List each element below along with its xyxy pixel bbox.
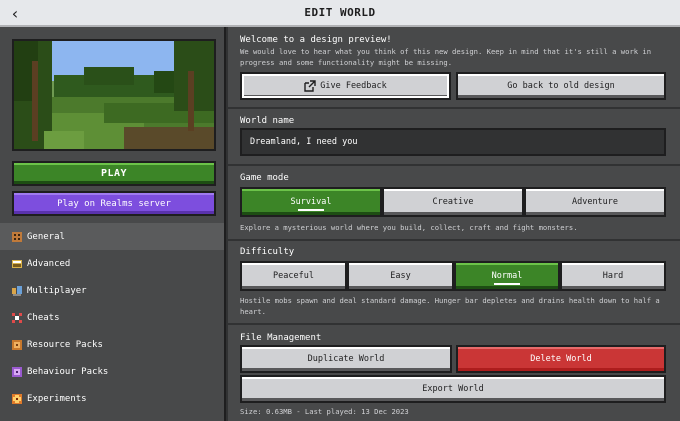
nav-item-experiments[interactable]: Experiments bbox=[0, 385, 224, 412]
settings-nav: General Advanced Multiplayer Cheats Reso… bbox=[0, 223, 224, 412]
game-mode-adventure[interactable]: Adventure bbox=[524, 187, 666, 217]
give-feedback-label: Give Feedback bbox=[320, 81, 387, 91]
difficulty-easy[interactable]: Easy bbox=[347, 261, 454, 291]
difficulty-hard[interactable]: Hard bbox=[560, 261, 666, 291]
difficulty-description: Hostile mobs spawn and deal standard dam… bbox=[240, 296, 660, 316]
nav-label: Multiplayer bbox=[27, 285, 87, 296]
nav-item-resource-packs[interactable]: Resource Packs bbox=[0, 331, 224, 358]
advanced-icon bbox=[12, 259, 22, 268]
divider bbox=[228, 107, 680, 109]
play-button[interactable]: PLAY bbox=[12, 161, 216, 186]
world-name-title: World name bbox=[240, 116, 295, 126]
nav-item-behaviour-packs[interactable]: Behaviour Packs bbox=[0, 358, 224, 385]
difficulty-peaceful[interactable]: Peaceful bbox=[240, 261, 347, 291]
world-name-input[interactable] bbox=[240, 128, 666, 156]
export-world-button[interactable]: Export World bbox=[240, 375, 666, 403]
nav-item-general[interactable]: General bbox=[0, 223, 224, 250]
game-mode-survival[interactable]: Survival bbox=[240, 187, 382, 217]
nav-label: Resource Packs bbox=[27, 339, 103, 350]
resource-packs-icon bbox=[12, 339, 22, 350]
cheats-icon bbox=[12, 312, 22, 323]
page-title: EDIT WORLD bbox=[304, 6, 376, 19]
world-preview-art bbox=[14, 41, 214, 149]
duplicate-world-button[interactable]: Duplicate World bbox=[240, 345, 452, 373]
left-panel: PLAY Play on Realms server General Advan… bbox=[0, 27, 226, 421]
game-mode-title: Game mode bbox=[240, 173, 289, 183]
nav-label: Behaviour Packs bbox=[27, 366, 109, 377]
nav-label: Cheats bbox=[27, 312, 60, 323]
game-mode-description: Explore a mysterious world where you bui… bbox=[240, 223, 578, 232]
play-on-realms-button[interactable]: Play on Realms server bbox=[12, 191, 216, 216]
file-management-title: File Management bbox=[240, 333, 322, 343]
nav-item-cheats[interactable]: Cheats bbox=[0, 304, 224, 331]
nav-item-multiplayer[interactable]: Multiplayer bbox=[0, 277, 224, 304]
behaviour-packs-icon bbox=[12, 366, 22, 377]
design-preview-title: Welcome to a design preview! bbox=[240, 35, 392, 45]
nav-item-advanced[interactable]: Advanced bbox=[0, 250, 224, 277]
divider bbox=[228, 323, 680, 325]
difficulty-title: Difficulty bbox=[240, 247, 295, 257]
delete-world-button[interactable]: Delete World bbox=[456, 345, 666, 373]
experiments-icon bbox=[12, 393, 22, 404]
external-link-icon bbox=[304, 80, 316, 92]
old-design-button[interactable]: Go back to old design bbox=[456, 72, 666, 100]
game-mode-creative[interactable]: Creative bbox=[382, 187, 524, 217]
give-feedback-button[interactable]: Give Feedback bbox=[240, 72, 451, 100]
top-bar: ‹ EDIT WORLD bbox=[0, 0, 680, 27]
design-preview-description: We would love to hear what you think of … bbox=[240, 47, 652, 67]
nav-label: Advanced bbox=[27, 258, 71, 269]
nav-label: Experiments bbox=[27, 393, 87, 404]
settings-panel: Welcome to a design preview! We would lo… bbox=[228, 27, 680, 421]
nav-label: General bbox=[27, 231, 65, 242]
multiplayer-icon bbox=[12, 285, 22, 296]
divider bbox=[228, 164, 680, 166]
world-preview-image bbox=[12, 39, 216, 151]
general-icon bbox=[12, 231, 22, 242]
difficulty-normal[interactable]: Normal bbox=[454, 261, 560, 291]
world-info-text: Size: 0.63MB - Last played: 13 Dec 2023 bbox=[240, 407, 409, 416]
divider bbox=[228, 239, 680, 241]
